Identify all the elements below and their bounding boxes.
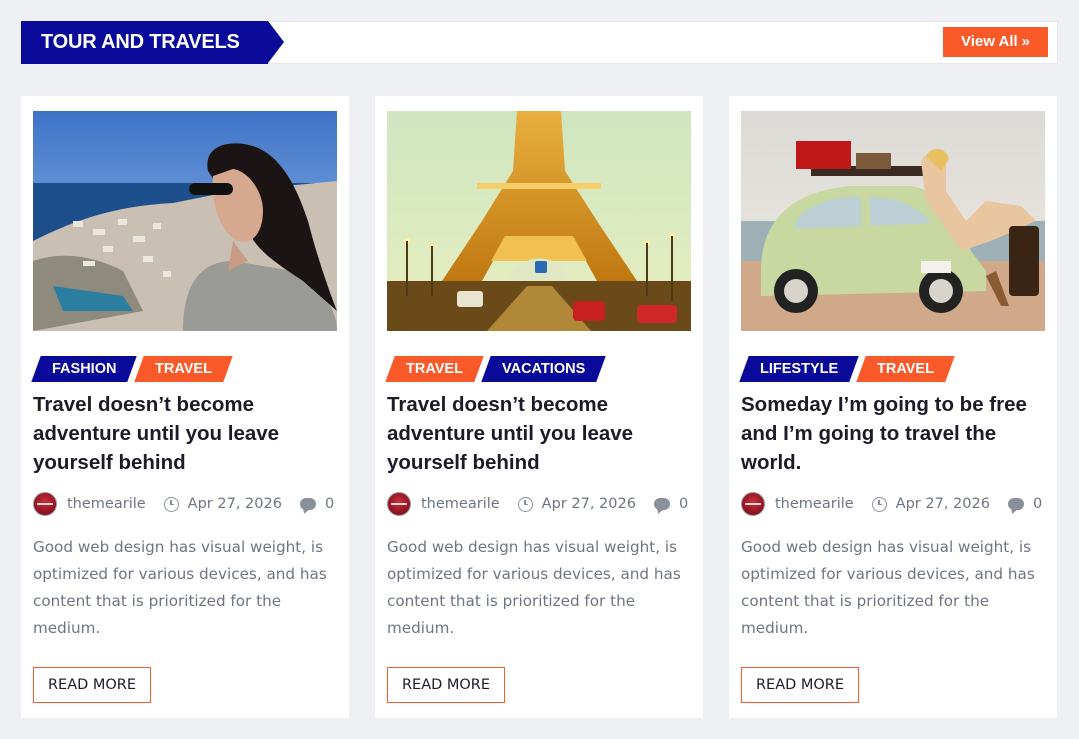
author-avatar[interactable] <box>387 492 411 516</box>
post-title[interactable]: Someday I’m going to be free and I’m goi… <box>741 390 1045 477</box>
post-card: FASHION TRAVEL Travel doesn’t become adv… <box>21 96 349 718</box>
post-meta: themearile Apr 27, 2026 0 <box>33 492 337 516</box>
post-meta: themearile Apr 27, 2026 0 <box>741 492 1045 516</box>
author-avatar[interactable] <box>741 492 765 516</box>
post-date: Apr 27, 2026 <box>541 496 636 512</box>
section-title: TOUR AND TRAVELS <box>21 21 284 64</box>
view-all-label: View All <box>960 33 1018 50</box>
read-more-button[interactable]: READ MORE <box>387 667 505 703</box>
post-thumbnail[interactable] <box>387 111 691 331</box>
clock-icon <box>517 496 533 512</box>
post-meta: themearile Apr 27, 2026 0 <box>387 492 691 516</box>
post-card: TRAVEL VACATIONS Travel doesn’t become a… <box>375 96 703 718</box>
post-excerpt: Good web design has visual weight, is op… <box>33 538 327 637</box>
tag-lifestyle[interactable]: LIFESTYLE <box>739 356 859 382</box>
eiffel-tower-night-street-photo <box>387 111 691 331</box>
section-header: TOUR AND TRAVELS View All» <box>21 21 1058 64</box>
view-all-button[interactable]: View All» <box>943 27 1048 57</box>
vintage-beetle-beach-woman-photo <box>741 111 1045 331</box>
read-more-button[interactable]: READ MORE <box>741 667 859 703</box>
post-date: Apr 27, 2026 <box>187 496 282 512</box>
post-card: LIFESTYLE TRAVEL Someday I’m going to be… <box>729 96 1057 718</box>
comment-icon <box>299 498 316 510</box>
read-more-button[interactable]: READ MORE <box>33 667 151 703</box>
post-tags: LIFESTYLE TRAVEL <box>739 356 955 382</box>
post-author[interactable]: themearile <box>67 496 146 512</box>
clock-icon <box>871 496 887 512</box>
post-thumbnail[interactable] <box>741 111 1045 331</box>
tag-travel[interactable]: TRAVEL <box>134 356 234 382</box>
post-author[interactable]: themearile <box>421 496 500 512</box>
post-excerpt: Good web design has visual weight, is op… <box>741 538 1035 637</box>
post-title[interactable]: Travel doesn’t become adventure until yo… <box>33 390 337 477</box>
double-chevron-right-icon: » <box>1021 33 1031 50</box>
post-tags: FASHION TRAVEL <box>31 356 234 382</box>
comment-count[interactable]: 0 <box>679 496 688 512</box>
woman-sunglasses-coastline-photo <box>33 111 337 331</box>
tag-vacations[interactable]: VACATIONS <box>481 356 606 382</box>
comment-icon <box>653 498 670 510</box>
author-avatar[interactable] <box>33 492 57 516</box>
post-title[interactable]: Travel doesn’t become adventure until yo… <box>387 390 691 477</box>
comment-icon <box>1007 498 1024 510</box>
tag-travel[interactable]: TRAVEL <box>385 356 484 382</box>
post-tags: TRAVEL VACATIONS <box>385 356 606 382</box>
clock-icon <box>163 496 179 512</box>
post-date: Apr 27, 2026 <box>895 496 990 512</box>
post-author[interactable]: themearile <box>775 496 854 512</box>
comment-count[interactable]: 0 <box>325 496 334 512</box>
tag-fashion[interactable]: FASHION <box>31 356 138 382</box>
tag-travel[interactable]: TRAVEL <box>856 356 955 382</box>
comment-count[interactable]: 0 <box>1033 496 1042 512</box>
post-thumbnail[interactable] <box>33 111 337 331</box>
post-excerpt: Good web design has visual weight, is op… <box>387 538 681 637</box>
